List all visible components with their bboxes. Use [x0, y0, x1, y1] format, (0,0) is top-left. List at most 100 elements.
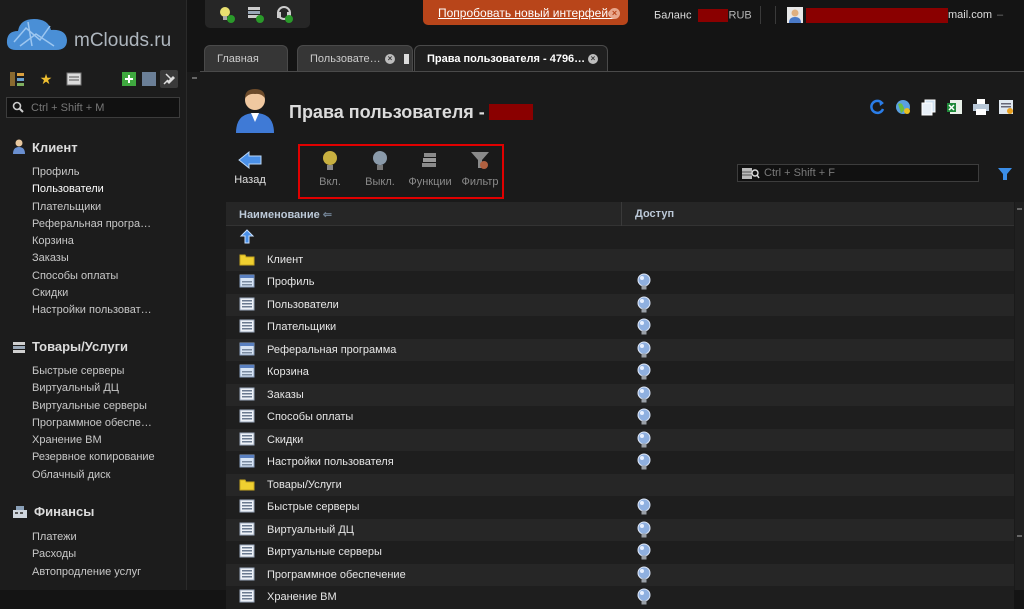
- sidebar-item-fast-servers[interactable]: Быстрые серверы: [32, 363, 155, 380]
- logo[interactable]: mClouds.ru: [6, 14, 186, 58]
- user-id-redacted: [488, 103, 533, 120]
- sidebar-item-backup[interactable]: Резервное копирование: [32, 449, 155, 466]
- grip: [192, 77, 197, 79]
- access-indicator[interactable]: [636, 543, 652, 564]
- copy-icon[interactable]: [920, 98, 938, 116]
- row-name: Скидки: [267, 433, 304, 446]
- back-button[interactable]: Назад: [225, 150, 275, 186]
- section-services[interactable]: Товары/Услуги: [12, 339, 128, 354]
- column-header-name[interactable]: Наименование ⇐: [239, 208, 332, 221]
- table-row[interactable]: Виртуальный ДЦ: [226, 518, 1014, 542]
- table-row[interactable]: Настройки пользователя: [226, 451, 1014, 474]
- bulb-notify-icon[interactable]: [217, 4, 237, 24]
- column-header-access[interactable]: Доступ: [635, 208, 674, 220]
- access-indicator[interactable]: [636, 363, 652, 384]
- tree-icon[interactable]: [8, 70, 26, 88]
- sidebar-item-referral[interactable]: Реферальная програ…: [32, 216, 152, 233]
- table-scrollbar[interactable]: [1015, 202, 1024, 590]
- table-row[interactable]: Товары/Услуги: [226, 473, 1014, 496]
- table-row[interactable]: Быстрые серверы: [226, 496, 1014, 519]
- tab-user-rights[interactable]: Права пользователя - 4796… ×: [414, 45, 608, 72]
- tickets-notify-icon[interactable]: [275, 4, 295, 24]
- sidebar-item-autorenew[interactable]: Автопродление услуг: [32, 564, 141, 581]
- table-row[interactable]: [226, 226, 1014, 249]
- access-indicator[interactable]: [636, 431, 652, 452]
- access-indicator[interactable]: [636, 273, 652, 294]
- main-content: Права пользователя - Назад Вкл. Выкл. Фу…: [201, 72, 1024, 609]
- sidebar-search-input[interactable]: [29, 99, 177, 116]
- table-row[interactable]: Скидки: [226, 428, 1014, 452]
- sidebar-item-user-settings[interactable]: Настройки пользоват…: [32, 302, 152, 319]
- access-indicator[interactable]: [636, 386, 652, 407]
- sidebar: mClouds.ru ★ Клиент Профиль Пользователи…: [0, 0, 187, 590]
- access-indicator[interactable]: [636, 521, 652, 542]
- access-indicator[interactable]: [636, 296, 652, 317]
- access-indicator[interactable]: [636, 341, 652, 362]
- page-title: Права пользователя -: [289, 102, 533, 123]
- sidebar-item-payments[interactable]: Платежи: [32, 529, 141, 546]
- folder-icon: [239, 479, 255, 490]
- globe-icon[interactable]: [894, 98, 912, 116]
- pin-icon[interactable]: [160, 70, 178, 88]
- sidebar-item-virtual-dc[interactable]: Виртуальный ДЦ: [32, 380, 155, 397]
- print-icon[interactable]: [972, 98, 990, 116]
- row-icon: [239, 342, 255, 359]
- user-menu[interactable]: mail.com ‒: [787, 6, 1003, 24]
- sidebar-item-vm-storage[interactable]: Хранение ВМ: [32, 432, 155, 449]
- try-new-interface-link[interactable]: Попробовать новый интерфейс: [438, 6, 614, 20]
- sidebar-item-virtual-servers[interactable]: Виртуальные серверы: [32, 398, 155, 415]
- sidebar-item-cloud-disk[interactable]: Облачный диск: [32, 467, 155, 484]
- finance-icon: [13, 505, 27, 518]
- access-bulb-icon: [637, 431, 651, 447]
- sidebar-item-payers[interactable]: Плательщики: [32, 199, 152, 216]
- table-row[interactable]: Способы оплаты: [226, 406, 1014, 429]
- sidebar-item-expenses[interactable]: Расходы: [32, 546, 141, 563]
- services-notify-icon[interactable]: [246, 4, 266, 24]
- table-row[interactable]: Плательщики: [226, 316, 1014, 339]
- access-indicator[interactable]: [636, 588, 652, 609]
- add-icon[interactable]: [120, 70, 138, 88]
- excel-icon[interactable]: [946, 98, 964, 116]
- table-row[interactable]: Пользователи: [226, 293, 1014, 317]
- section-finance[interactable]: Финансы: [12, 504, 94, 519]
- section-client[interactable]: Клиент: [12, 139, 78, 155]
- sidebar-item-profile[interactable]: Профиль: [32, 164, 152, 181]
- user-email-redacted: [806, 7, 948, 23]
- tab-users[interactable]: Пользовате… ×: [297, 45, 413, 72]
- sidebar-item-orders[interactable]: Заказы: [32, 250, 152, 267]
- sidebar-item-software[interactable]: Программное обеспе…: [32, 415, 155, 432]
- star-icon[interactable]: ★: [37, 70, 55, 88]
- funnel-icon[interactable]: [997, 166, 1013, 182]
- sidebar-item-cart[interactable]: Корзина: [32, 233, 152, 250]
- close-icon[interactable]: ×: [609, 8, 620, 19]
- access-indicator[interactable]: [636, 318, 652, 339]
- table-row[interactable]: Заказы: [226, 383, 1014, 407]
- row-name: Профиль: [267, 276, 315, 288]
- table-row[interactable]: Профиль: [226, 271, 1014, 294]
- table-row[interactable]: Хранение ВМ: [226, 586, 1014, 609]
- access-indicator[interactable]: [636, 453, 652, 474]
- access-indicator[interactable]: [636, 408, 652, 429]
- row-name: Пользователи: [267, 298, 339, 311]
- window-icon[interactable]: [140, 70, 158, 88]
- table-row[interactable]: Клиент: [226, 248, 1014, 271]
- tab-home[interactable]: Главная: [204, 45, 288, 72]
- table-row[interactable]: Корзина: [226, 361, 1014, 384]
- settings-icon[interactable]: [997, 98, 1015, 116]
- close-icon[interactable]: ×: [588, 54, 598, 64]
- sidebar-item-payment-methods[interactable]: Способы оплаты: [32, 268, 152, 285]
- row-name: Корзина: [267, 366, 309, 378]
- sidebar-item-discounts[interactable]: Скидки: [32, 285, 152, 302]
- notes-icon[interactable]: [65, 70, 83, 88]
- access-indicator[interactable]: [636, 498, 652, 519]
- close-icon[interactable]: ×: [385, 54, 395, 64]
- table-row[interactable]: Реферальная программа: [226, 338, 1014, 362]
- refresh-icon[interactable]: [869, 98, 887, 116]
- quick-filter-input[interactable]: [762, 165, 976, 181]
- sidebar-splitter[interactable]: [187, 72, 201, 590]
- access-indicator[interactable]: [636, 566, 652, 587]
- row-name: Быстрые серверы: [267, 501, 360, 513]
- table-row[interactable]: Виртуальные серверы: [226, 541, 1014, 564]
- sidebar-item-users[interactable]: Пользователи: [32, 181, 152, 198]
- table-row[interactable]: Программное обеспечение: [226, 563, 1014, 587]
